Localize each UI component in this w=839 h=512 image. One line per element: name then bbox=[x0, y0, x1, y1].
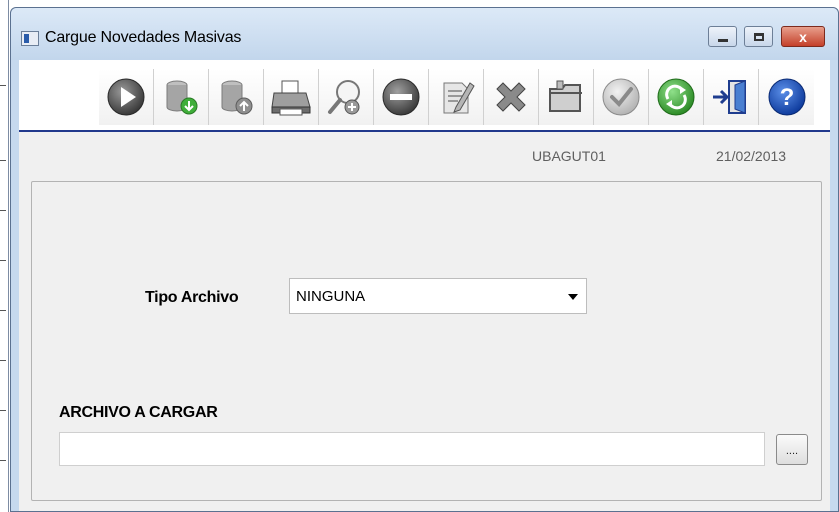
exit-button[interactable] bbox=[704, 69, 759, 125]
window-title: Cargue Novedades Masivas bbox=[45, 29, 242, 46]
edit-button[interactable] bbox=[429, 69, 484, 125]
archivo-path-input[interactable] bbox=[59, 432, 765, 466]
close-button[interactable]: x bbox=[781, 26, 825, 47]
confirm-button[interactable] bbox=[594, 69, 649, 125]
tipo-archivo-label: Tipo Archivo bbox=[145, 289, 239, 306]
exit-door-icon bbox=[713, 80, 746, 114]
toolbar: ? bbox=[19, 60, 830, 132]
tipo-archivo-select[interactable]: NINGUNA bbox=[289, 278, 587, 314]
help-button[interactable]: ? bbox=[759, 69, 814, 125]
minus-circle-icon bbox=[382, 78, 420, 116]
form-panel: Tipo Archivo NINGUNA ARCHIVO A CARGAR ..… bbox=[31, 181, 822, 501]
help-icon: ? bbox=[768, 78, 805, 116]
current-date: 21/02/2013 bbox=[716, 148, 787, 164]
play-icon bbox=[107, 78, 145, 116]
folder-button[interactable] bbox=[539, 69, 594, 125]
printer-icon bbox=[271, 80, 311, 116]
check-circle-icon bbox=[602, 78, 640, 116]
remove-button[interactable] bbox=[374, 69, 429, 125]
folder-icon bbox=[549, 80, 582, 112]
run-button[interactable] bbox=[99, 69, 154, 125]
edit-document-icon bbox=[443, 82, 475, 114]
db-download-button[interactable] bbox=[154, 69, 209, 125]
dropdown-arrow-icon bbox=[568, 294, 578, 300]
minimize-icon bbox=[717, 38, 728, 42]
app-icon bbox=[21, 31, 39, 46]
close-icon: x bbox=[799, 28, 807, 45]
app-window: Cargue Novedades Masivas x ? UBAGUT01 21… bbox=[10, 7, 839, 512]
delete-x-icon bbox=[496, 82, 526, 112]
database-download-icon bbox=[166, 80, 198, 115]
search-add-icon bbox=[328, 80, 360, 115]
archivo-label: ARCHIVO A CARGAR bbox=[59, 404, 218, 421]
maximize-button[interactable] bbox=[744, 26, 773, 47]
user-code: UBAGUT01 bbox=[532, 148, 606, 164]
delete-button[interactable] bbox=[484, 69, 539, 125]
minimize-button[interactable] bbox=[708, 26, 737, 47]
title-bar[interactable]: Cargue Novedades Masivas x bbox=[11, 8, 838, 60]
svg-text:?: ? bbox=[779, 84, 794, 111]
browse-button[interactable]: .... bbox=[776, 434, 808, 465]
client-area: ? UBAGUT01 21/02/2013 Tipo Archivo NINGU… bbox=[19, 60, 830, 511]
db-upload-button[interactable] bbox=[209, 69, 264, 125]
database-upload-icon bbox=[221, 80, 253, 115]
tipo-archivo-value: NINGUNA bbox=[296, 288, 366, 305]
status-row: UBAGUT01 21/02/2013 bbox=[19, 132, 830, 180]
refresh-icon bbox=[657, 78, 695, 116]
search-add-button[interactable] bbox=[319, 69, 374, 125]
print-button[interactable] bbox=[264, 69, 319, 125]
left-ruler bbox=[0, 0, 9, 512]
maximize-icon bbox=[753, 32, 764, 41]
refresh-button[interactable] bbox=[649, 69, 704, 125]
